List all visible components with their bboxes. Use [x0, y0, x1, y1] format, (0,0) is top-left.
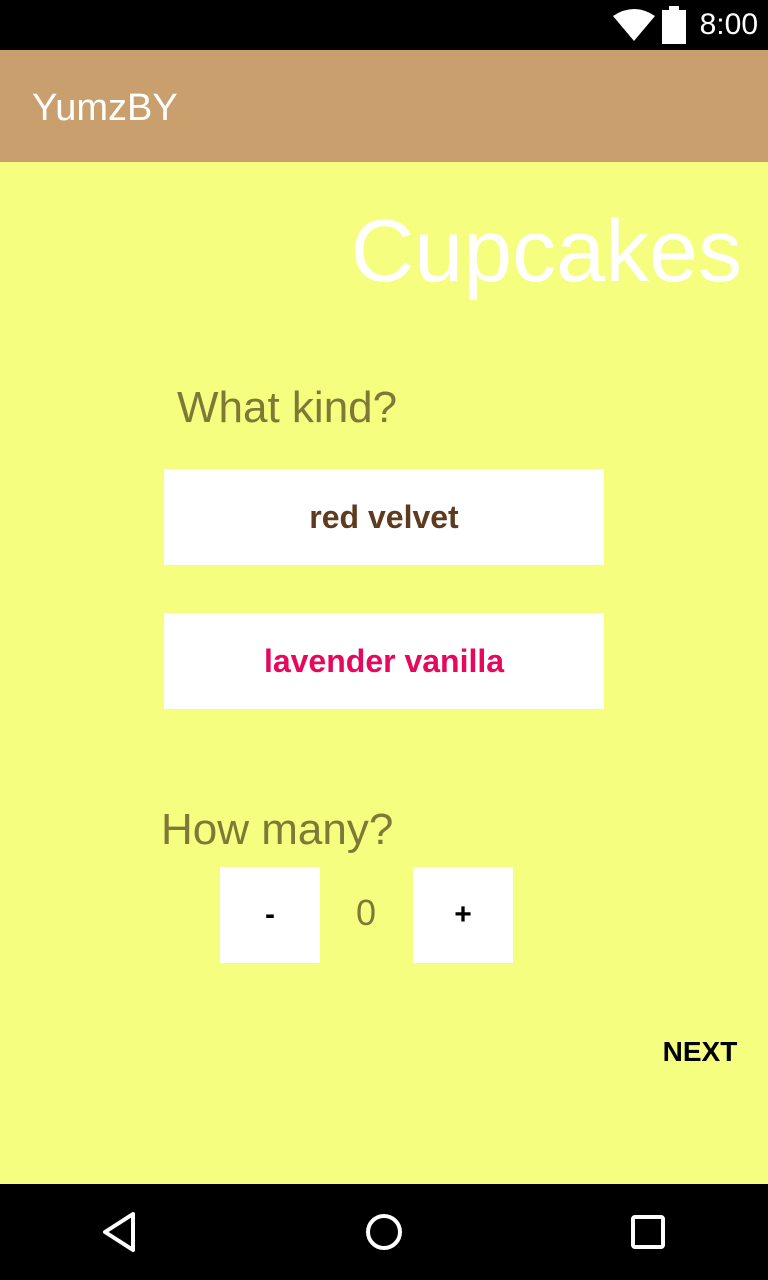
quantity-value: 0: [355, 892, 377, 933]
decrement-button[interactable]: -: [220, 867, 320, 963]
red-velvet-button[interactable]: red velvet: [164, 469, 604, 565]
status-time: 8:00: [699, 8, 758, 41]
app-title: YumzBY: [32, 87, 178, 129]
kind-label: What kind?: [177, 383, 398, 432]
home-icon[interactable]: [356, 1204, 412, 1260]
back-icon[interactable]: [92, 1204, 148, 1260]
wifi-icon: [613, 9, 655, 41]
next-button[interactable]: NEXT: [648, 1024, 752, 1080]
recents-icon[interactable]: [620, 1204, 676, 1260]
lavender-vanilla-button[interactable]: lavender vanilla: [164, 613, 604, 709]
battery-icon: [662, 6, 686, 44]
screen: 8:00 YumzBY Cupcakes What kind? red velv…: [0, 0, 768, 1280]
app-bar: YumzBY: [0, 50, 768, 162]
increment-button[interactable]: +: [413, 867, 513, 963]
nav-bar: [0, 1184, 768, 1280]
page-title: Cupcakes: [350, 201, 742, 300]
quantity-label: How many?: [161, 805, 394, 854]
status-bar: 8:00: [0, 0, 768, 50]
